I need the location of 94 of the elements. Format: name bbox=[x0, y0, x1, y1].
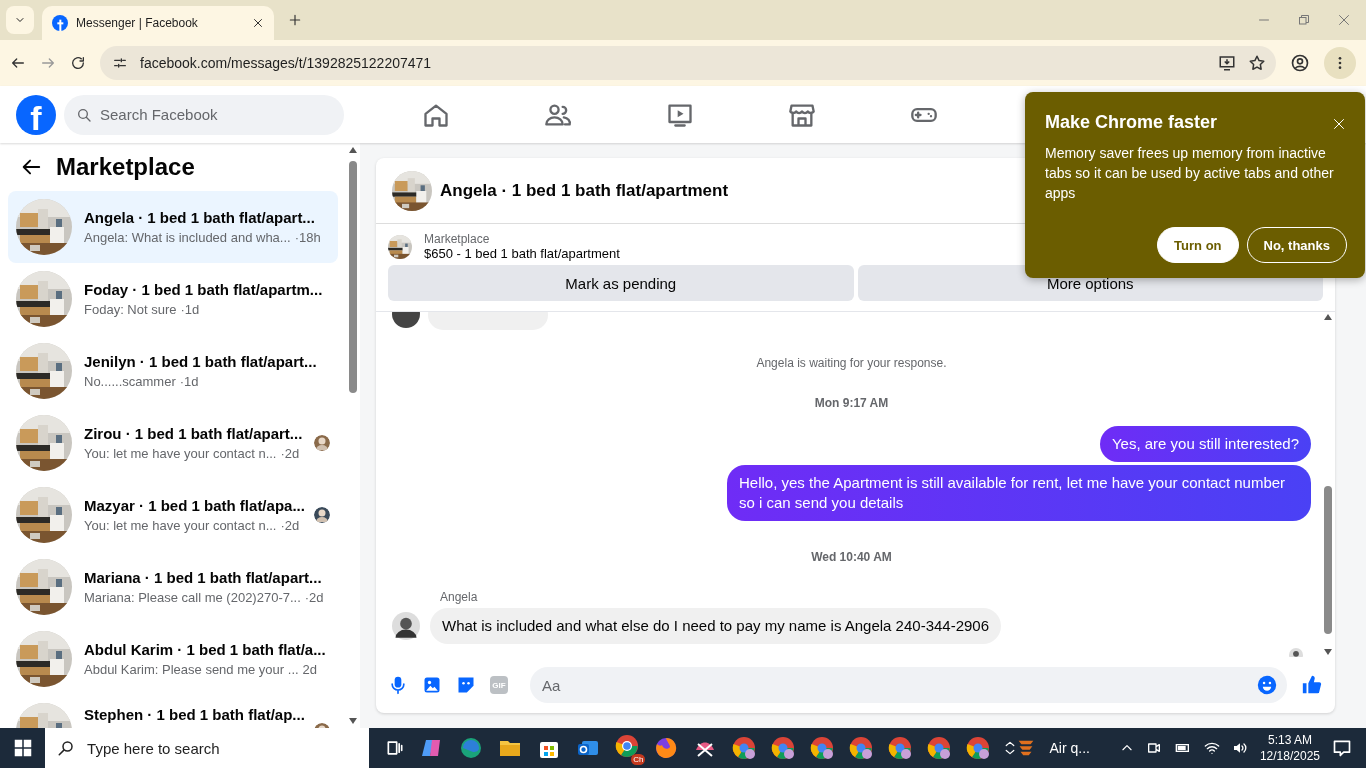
panel-title: Marketplace bbox=[56, 153, 195, 181]
conversation-title: Abdul Karim · 1 bed 1 bath flat/a... bbox=[84, 641, 327, 659]
facebook-icon bbox=[52, 15, 68, 31]
sticker-icon[interactable] bbox=[456, 675, 476, 695]
scrollbar[interactable] bbox=[1321, 312, 1335, 657]
popup-button[interactable]: Turn on bbox=[1157, 227, 1239, 263]
restore-icon[interactable] bbox=[1298, 14, 1310, 26]
popup-title: Make Chrome faster bbox=[1045, 112, 1219, 133]
profile-icon[interactable] bbox=[1290, 53, 1310, 73]
search-icon bbox=[76, 106, 92, 123]
camera-icon[interactable] bbox=[1145, 740, 1162, 756]
timestamp: Mon 9:17 AM bbox=[813, 396, 890, 410]
conversation-item[interactable]: Foday · 1 bed 1 bath flat/apartm... Foday: Not sure ·1d bbox=[8, 263, 338, 335]
chrome-icon[interactable] bbox=[888, 736, 913, 760]
notifications-icon[interactable] bbox=[1332, 738, 1352, 758]
conversation-item[interactable]: Angela · 1 bed 1 bath flat/apart... Angela: What is included and wha... ·18h bbox=[8, 191, 338, 263]
sent-message: Yes, are you still interested? bbox=[1099, 426, 1311, 462]
conversation-title: Angela · 1 bed 1 bath flat/apartment bbox=[440, 180, 729, 201]
sent-message: Hello, yes the Apartment is still available for rent, let me have your contact number so i can send you details bbox=[727, 465, 1311, 521]
conversation-title: Mazyar · 1 bed 1 bath flat/apa... bbox=[84, 497, 302, 515]
message-time: ·2d bbox=[280, 518, 300, 533]
emoji-icon[interactable] bbox=[1257, 675, 1277, 695]
avatar-icon bbox=[392, 612, 420, 640]
conversation-title: Zirou · 1 bed 1 bath flat/apart... bbox=[84, 425, 302, 443]
thumbs-up-icon[interactable] bbox=[1301, 674, 1323, 696]
image-icon[interactable] bbox=[422, 675, 442, 695]
message-time: ·18h bbox=[294, 230, 321, 245]
scroll-up-icon[interactable] bbox=[1324, 314, 1332, 320]
message-time: 2d bbox=[302, 662, 318, 677]
chrome-icon[interactable] bbox=[810, 736, 835, 760]
listing-title: $650 - 1 bed 1 bath flat/apartment bbox=[424, 246, 620, 261]
action-button[interactable]: Mark as pending bbox=[388, 265, 854, 301]
chrome-icon[interactable] bbox=[849, 736, 874, 760]
message-preview: No......scammer bbox=[84, 374, 176, 389]
listing-label: Marketplace bbox=[424, 232, 491, 246]
search-field[interactable]: Search Facebook bbox=[64, 94, 344, 135]
conversation-title: Jenilyn · 1 bed 1 bath flat/apart... bbox=[84, 353, 318, 371]
star-icon[interactable] bbox=[1248, 54, 1266, 72]
reload-icon[interactable] bbox=[70, 55, 86, 71]
conversation-item[interactable]: Jenilyn · 1 bed 1 bath flat/apart... No......scammer ·1d bbox=[8, 335, 338, 407]
message-preview: You: let me have your contact n... bbox=[84, 446, 277, 461]
scroll-up-icon[interactable] bbox=[349, 147, 357, 153]
message-time: ·1d bbox=[179, 374, 199, 389]
chrome-icon[interactable] bbox=[732, 736, 757, 760]
conversation-title: Mariana · 1 bed 1 bath flat/apart... bbox=[84, 569, 323, 587]
message-time: ·2d bbox=[280, 446, 300, 461]
timestamp: Wed 10:40 AM bbox=[810, 550, 893, 564]
scroll-thumb[interactable] bbox=[1324, 485, 1332, 634]
message-preview: You: let me have your contact n... bbox=[84, 518, 277, 533]
conversation-item[interactable]: Mariana · 1 bed 1 bath flat/apart... Mariana: Please call me (202)270-7... ·2d bbox=[8, 551, 338, 623]
message-preview: Mariana: Please call me (202)270-7... bbox=[84, 590, 301, 605]
chrome-icon[interactable] bbox=[966, 736, 991, 760]
weather-text[interactable]: Air q... bbox=[1049, 740, 1090, 756]
taskbar-search-field[interactable]: Type here to search bbox=[45, 728, 370, 768]
conversation-item[interactable]: Mazyar · 1 bed 1 bath flat/apa... You: let me have your contact n... ·2d bbox=[8, 479, 338, 551]
back-icon[interactable] bbox=[10, 55, 26, 71]
sender-name: Angela bbox=[440, 590, 479, 604]
chrome-icon[interactable] bbox=[927, 736, 952, 760]
conversation-title: Angela · 1 bed 1 bath flat/apart... bbox=[84, 209, 316, 227]
wifi-icon[interactable] bbox=[1203, 740, 1220, 756]
scroll-thumb[interactable] bbox=[349, 161, 357, 393]
conversation-title: Foday · 1 bed 1 bath flat/apartm... bbox=[84, 281, 324, 299]
facebook-logo[interactable]: f bbox=[16, 94, 56, 135]
search-icon bbox=[57, 739, 76, 757]
plus-icon[interactable] bbox=[288, 13, 302, 27]
microphone-icon[interactable] bbox=[388, 675, 408, 695]
clock[interactable]: 5:13 AM 12/18/2025 bbox=[1259, 732, 1320, 764]
install-icon[interactable] bbox=[1218, 54, 1236, 72]
windows-icon[interactable] bbox=[13, 739, 32, 757]
address-bar[interactable]: facebook.com/messages/t/1392825122207471 bbox=[100, 46, 1276, 80]
profile-badge: Ch bbox=[631, 754, 646, 765]
task-view-icon[interactable] bbox=[385, 738, 406, 758]
status-text: Angela is waiting for your response. bbox=[755, 356, 948, 370]
site-settings-icon[interactable] bbox=[112, 55, 128, 71]
received-message: What is included and what else do I need to pay my name is Angela 240-344-2906 bbox=[430, 608, 1002, 644]
chrome-icon[interactable] bbox=[771, 736, 796, 760]
tab-title: Messenger | Facebook bbox=[76, 16, 199, 30]
message-time: ·2d bbox=[304, 590, 324, 605]
chrome-icon[interactable] bbox=[615, 734, 640, 758]
scroll-down-icon[interactable] bbox=[349, 718, 357, 724]
message-preview: Foday: Not sure bbox=[84, 302, 177, 317]
close-icon[interactable] bbox=[252, 17, 264, 29]
edge-icon[interactable] bbox=[459, 736, 484, 760]
message-time: ·1d bbox=[180, 302, 200, 317]
conversation-title: Stephen · 1 bed 1 bath flat/ap... bbox=[84, 705, 302, 724]
popup-text: Memory saver frees up memory from inactive tabs so it can be used by active tabs and other apps bbox=[1045, 144, 1335, 203]
browser-tab[interactable]: Messenger | Facebook bbox=[42, 6, 274, 40]
conversation-item[interactable]: Zirou · 1 bed 1 bath flat/apart... You: let me have your contact n... ·2d bbox=[8, 407, 338, 479]
message-field[interactable]: Aa bbox=[530, 667, 1287, 703]
message-preview: Abdul Karim: Please send me your ... bbox=[84, 662, 299, 677]
conversation-item[interactable]: Abdul Karim · 1 bed 1 bath flat/a... Abdul Karim: Please send me your ... 2d bbox=[8, 623, 338, 695]
message-preview: Angela: What is included and wha... bbox=[84, 230, 291, 245]
firefox-icon[interactable] bbox=[654, 736, 679, 760]
scroll-down-icon[interactable] bbox=[1324, 649, 1332, 655]
